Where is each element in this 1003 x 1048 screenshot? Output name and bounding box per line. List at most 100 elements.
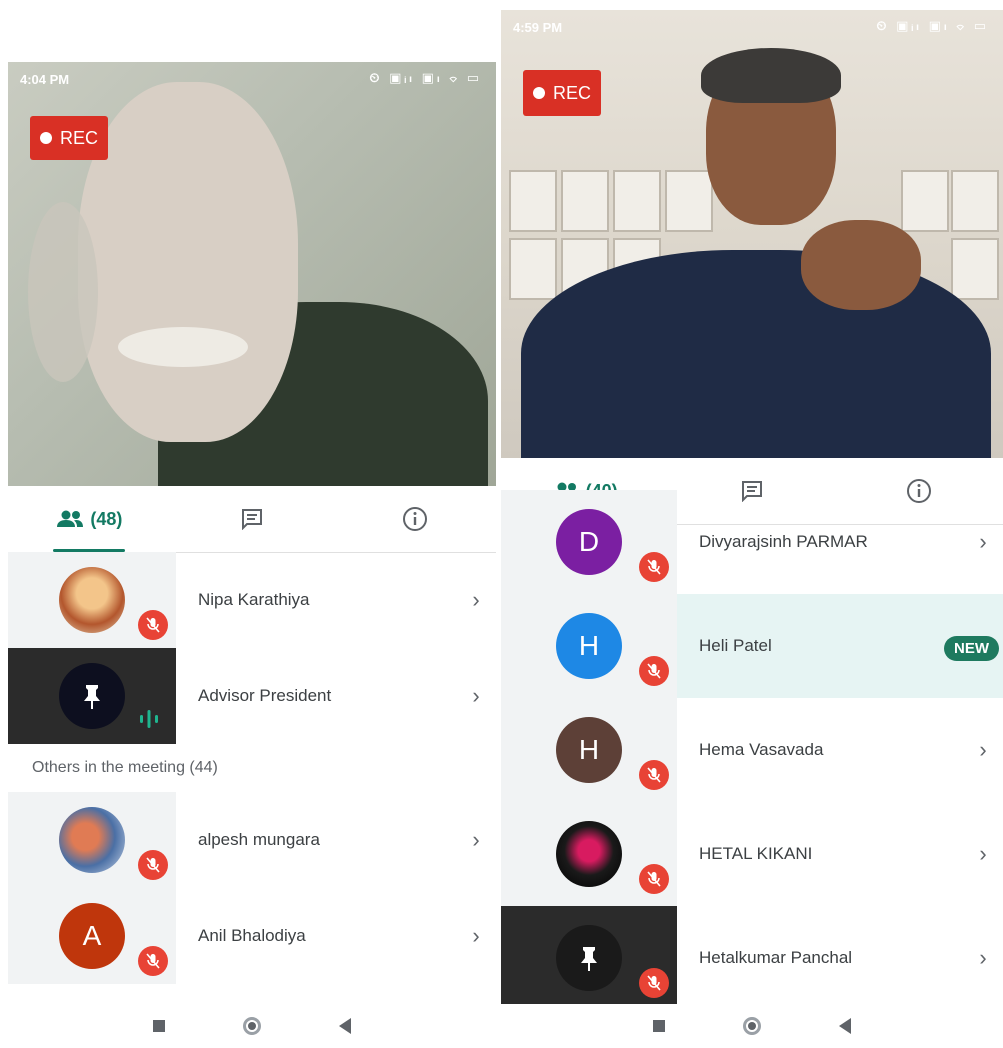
chevron-right-icon[interactable]: › [456,683,496,709]
wall-frame [561,170,609,232]
speaker-head [78,82,298,442]
avatar [59,567,125,633]
avatar [556,821,622,887]
participant-row[interactable]: A Anil Bhalodiya › [8,888,496,984]
avatar [59,663,125,729]
wall-frame [509,170,557,232]
people-count: (48) [90,508,123,529]
status-icons: ⏲ ▣ᵢₗ ▣ₗ ⌔ ▭ [876,18,989,33]
chevron-right-icon[interactable]: › [963,841,1003,867]
mic-off-icon [138,946,168,976]
new-badge: NEW [944,636,999,661]
chevron-right-icon[interactable]: › [456,587,496,613]
avatar [59,807,125,873]
speaker-mustache [118,327,248,367]
avatar-letter: A [82,920,102,951]
mic-off-icon [138,850,168,880]
status-bar: 4:59 PM ⏲ ▣ᵢₗ ▣ₗ ⌔ ▭ [501,10,1003,46]
participant-row[interactable]: Nipa Karathiya › [8,552,496,648]
wall-frame [951,170,999,232]
main-video-feed[interactable]: 4:59 PM ⏲ ▣ᵢₗ ▣ₗ ⌔ ▭ REC [501,10,1003,458]
mic-off-icon [639,968,669,998]
participant-row[interactable]: Advisor President › [8,648,496,744]
wall-frame [509,238,557,300]
participant-thumb [8,648,176,744]
participant-list: Nipa Karathiya › Advisor President › Oth… [8,552,496,984]
participant-thumb: H [501,594,677,698]
info-icon [402,506,428,532]
participant-thumb [501,906,677,1010]
wall-frame [613,170,661,232]
participant-row[interactable]: HETAL KIKANI › [501,802,1003,906]
chevron-right-icon[interactable]: › [963,945,1003,971]
participant-thumb: A [8,888,176,984]
speaker-hair [701,48,841,103]
chevron-right-icon[interactable]: › [963,737,1003,763]
recording-indicator: REC [523,70,602,116]
left-phone-screen: 4:04 PM ⏲ ▣ᵢₗ ▣ₗ ⌔ ▭ REC (48) Nipa Karat… [8,0,496,1048]
avatar: A [59,903,125,969]
status-time: 4:04 PM [20,72,70,87]
home-icon[interactable] [243,1017,261,1035]
speaker-hair [28,202,98,382]
recording-indicator: REC [30,116,109,160]
mic-off-icon [639,656,669,686]
participant-row[interactable]: Hetalkumar Panchal › [501,906,1003,1010]
participant-row[interactable]: H Heli Patel NEW [501,594,1003,698]
home-icon[interactable] [743,1017,761,1035]
android-nav-bar [8,1004,496,1048]
rec-label: REC [60,127,99,148]
recents-icon[interactable] [653,1020,665,1032]
participant-name: Anil Bhalodiya [198,926,306,945]
status-bar: 4:04 PM ⏲ ▣ᵢₗ ▣ₗ ⌔ ▭ [8,62,496,98]
section-title-others: Others in the meeting (44) [32,759,218,776]
avatar-letter: H [578,630,600,661]
participant-thumb [8,792,176,888]
record-dot-icon [533,87,545,99]
participant-name: alpesh mungara [198,830,320,849]
speaker-hand [801,220,921,310]
recents-icon[interactable] [153,1020,165,1032]
rec-label: REC [553,82,592,103]
tab-chat[interactable] [171,486,334,552]
tab-info[interactable] [333,486,496,552]
participant-row[interactable]: H Hema Vasavada › [501,698,1003,802]
tab-people[interactable]: (48) [8,486,171,552]
participant-thumb [501,802,677,906]
back-icon[interactable] [839,1018,851,1034]
avatar: H [556,613,622,679]
wall-frame [951,238,999,300]
avatar: H [556,717,622,783]
mic-off-icon [639,864,669,894]
avatar-letter: D [578,526,600,557]
chat-icon [241,508,263,530]
avatar: D [556,509,622,575]
mic-off-icon [138,610,168,640]
participant-row[interactable]: alpesh mungara › [8,792,496,888]
audio-level-icon [138,708,160,735]
mic-off-icon [639,552,669,582]
chevron-right-icon[interactable]: › [963,529,1003,555]
participant-row[interactable]: D Divyarajsinh PARMAR › [501,490,1003,594]
chevron-right-icon[interactable]: › [456,827,496,853]
meeting-tabs: (48) [8,486,496,553]
avatar-letter: H [578,734,600,765]
participant-thumb [8,552,176,648]
status-icons: ⏲ ▣ᵢₗ ▣ₗ ⌔ ▭ [369,70,482,85]
back-icon[interactable] [339,1018,351,1034]
wall-frame [901,170,949,232]
record-dot-icon [40,132,52,144]
participant-list: D Divyarajsinh PARMAR › H Heli Patel NEW [501,490,1003,1010]
avatar [556,925,622,991]
participant-name: HETAL KIKANI [699,844,813,863]
right-phone-screen: 4:59 PM ⏲ ▣ᵢₗ ▣ₗ ⌔ ▭ REC (40) [501,0,1003,1048]
speaker-body [521,250,991,458]
status-time: 4:59 PM [513,20,563,35]
main-video-feed[interactable]: 4:04 PM ⏲ ▣ᵢₗ ▣ₗ ⌔ ▭ REC [8,62,496,486]
android-nav-bar [501,1004,1003,1048]
mic-off-icon [639,760,669,790]
chevron-right-icon[interactable]: › [456,923,496,949]
participant-thumb: D [501,490,677,594]
people-icon [56,510,84,528]
participant-name: Hetalkumar Panchal [699,948,853,967]
